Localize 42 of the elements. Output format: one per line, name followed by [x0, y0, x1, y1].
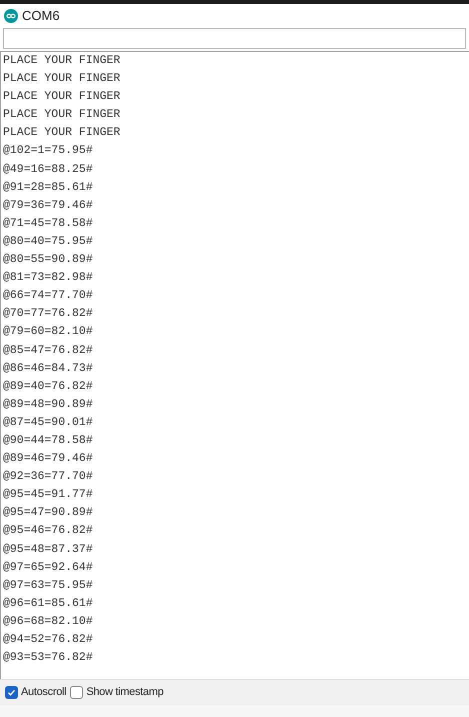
output-line: @90=44=78.58# — [3, 432, 93, 449]
output-line: @97=63=75.95# — [3, 578, 93, 594]
output-line: @49=16=88.25# — [3, 162, 93, 178]
output-line: @97=65=92.64# — [3, 560, 93, 576]
output-line: @93=53=76.82# — [3, 650, 93, 666]
output-line: @81=73=82.98# — [3, 270, 93, 286]
output-line: @95=46=76.82# — [3, 523, 93, 540]
window-title: COM6 — [22, 7, 60, 26]
output-line: @79=36=79.46# — [3, 198, 93, 214]
checkmark-icon — [7, 688, 16, 697]
output-line: @86=46=84.73# — [3, 360, 93, 377]
output-line: @92=36=77.70# — [3, 469, 93, 486]
output-line: @102=1=75.95# — [3, 143, 93, 160]
output-line: @89=46=79.46# — [3, 451, 93, 468]
output-line: @85=47=76.82# — [3, 342, 93, 358]
infinity-logo-icon — [4, 9, 18, 23]
output-line: @80=40=75.95# — [3, 234, 93, 250]
output-line: @96=68=82.10# — [3, 614, 93, 630]
output-line: @71=45=78.58# — [3, 216, 93, 232]
output-line: PLACE YOUR FINGER — [3, 107, 120, 124]
output-line: PLACE YOUR FINGER — [3, 125, 120, 142]
output-line: @91=28=85.61# — [3, 180, 93, 196]
output-line: PLACE YOUR FINGER — [3, 89, 120, 106]
output-line: @80=55=90.89# — [3, 252, 93, 268]
output-line: @95=48=87.37# — [3, 542, 93, 558]
output-line: @79=60=82.10# — [3, 324, 93, 340]
output-line: @95=45=91.77# — [3, 487, 93, 504]
output-line: PLACE YOUR FINGER — [3, 53, 120, 69]
output-line: @87=45=90.01# — [3, 414, 93, 431]
output-line: @95=47=90.89# — [3, 505, 93, 522]
output-line: PLACE YOUR FINGER — [3, 71, 120, 88]
checkbox[interactable] — [5, 686, 18, 699]
output-line: @89=40=76.82# — [3, 378, 93, 395]
checkbox[interactable] — [70, 686, 84, 699]
checkbox-label: Show timestamp — [86, 685, 164, 700]
output-line: @70=77=76.82# — [3, 306, 93, 322]
output-line: @94=52=76.82# — [3, 632, 93, 648]
output-line: @96=61=85.61# — [3, 596, 93, 612]
output-line: @66=74=77.70# — [3, 288, 93, 304]
output-line: @89=48=90.89# — [3, 396, 93, 413]
message-input-field[interactable] — [3, 28, 466, 49]
checkbox-label: Autoscroll — [21, 685, 66, 700]
